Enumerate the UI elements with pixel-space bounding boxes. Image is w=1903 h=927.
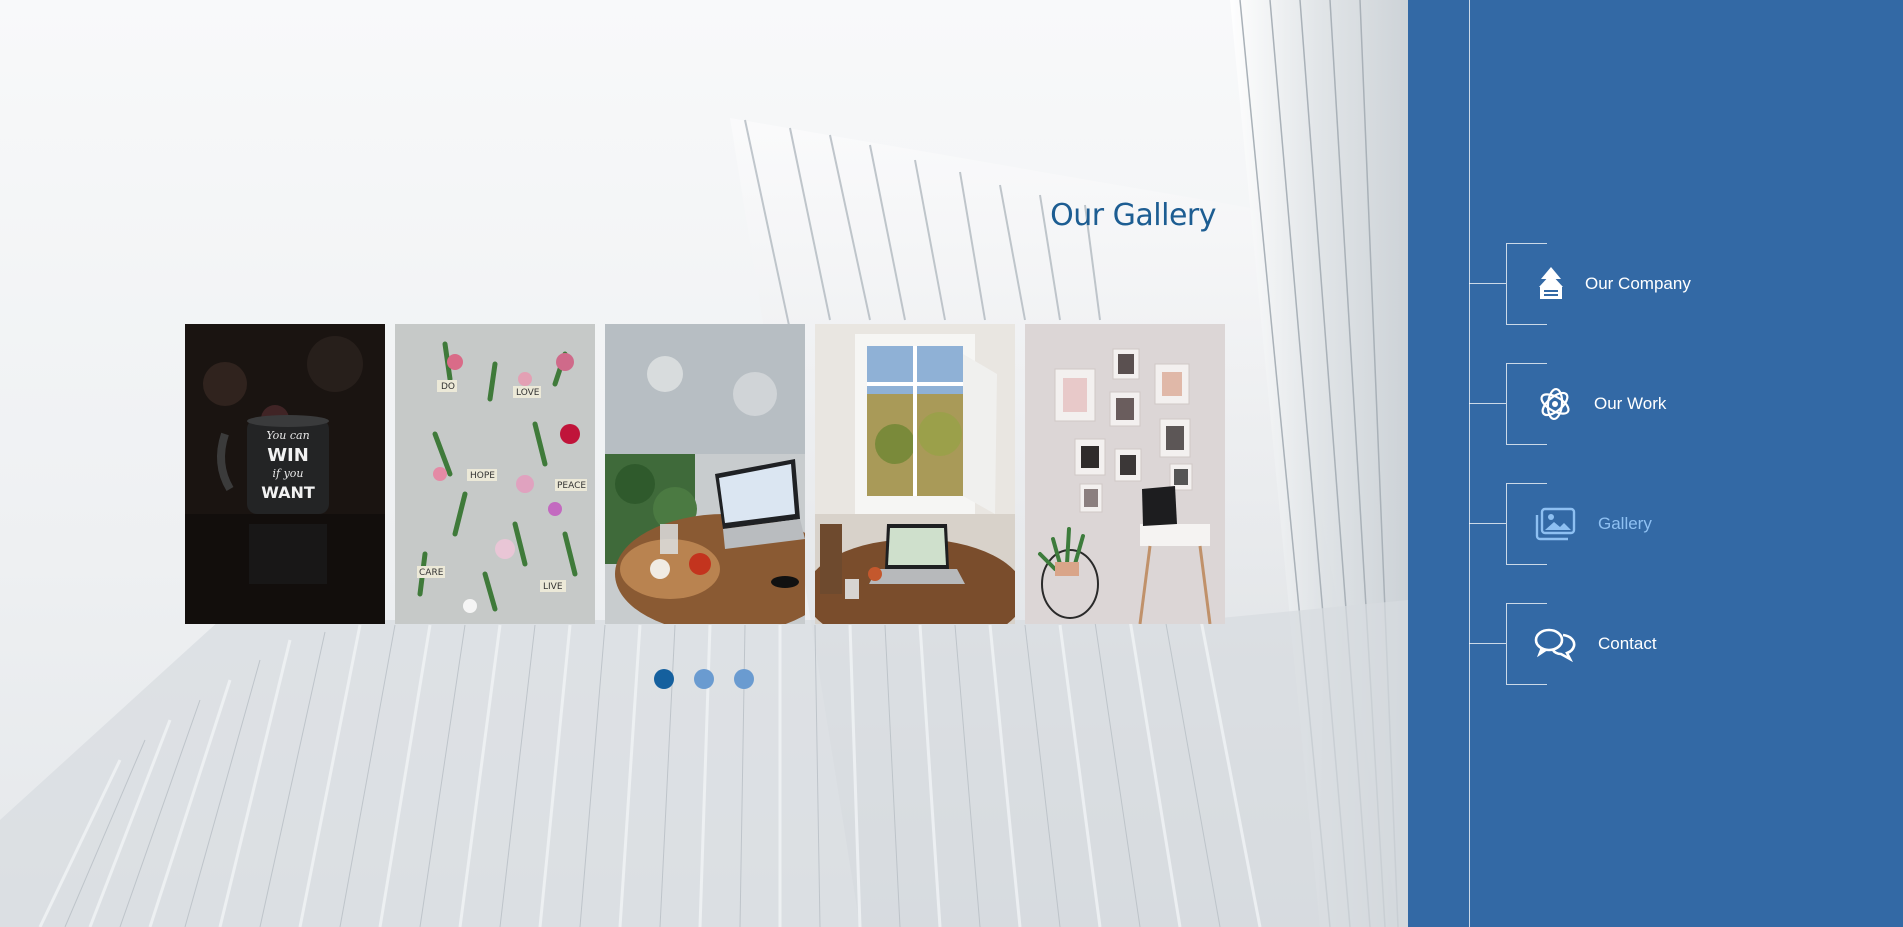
- flower-label-3: HOPE: [470, 471, 495, 481]
- mug-text-2: WIN: [267, 445, 309, 466]
- sidebar-item-label: Gallery: [1598, 514, 1652, 533]
- sidebar-item-gallery[interactable]: Gallery: [1469, 483, 1829, 565]
- flower-label-2: LOVE: [516, 388, 540, 398]
- photo-cafe-table[interactable]: [605, 324, 805, 624]
- sidebar-nav: Our Company Our Work Gallery Contact: [1408, 0, 1903, 927]
- flower-label-5: CARE: [419, 568, 444, 578]
- contact-icon: [1533, 623, 1577, 665]
- page: Our Gallery You can WIN if you WANT DO L…: [0, 0, 1903, 927]
- mug-text-3: if you: [272, 467, 303, 480]
- nav-connector: [1469, 643, 1506, 644]
- photo-frames-wall[interactable]: [1025, 324, 1225, 624]
- sidebar-item-our-company[interactable]: Our Company: [1469, 243, 1829, 325]
- company-icon: [1529, 263, 1573, 305]
- flower-label-6: LIVE: [543, 582, 563, 592]
- nav-connector: [1469, 403, 1506, 404]
- gallery-icon: [1533, 503, 1577, 545]
- sidebar-item-contact[interactable]: Contact: [1469, 603, 1829, 685]
- photo-flowers[interactable]: DO LOVE HOPE PEACE CARE LIVE: [395, 324, 595, 624]
- photo-mug[interactable]: You can WIN if you WANT: [185, 324, 385, 624]
- sidebar-vertical-line: [1469, 0, 1470, 927]
- photo-window-laptop[interactable]: [815, 324, 1015, 624]
- flower-label-1: DO: [441, 382, 455, 392]
- pager-dot-2[interactable]: [694, 669, 714, 689]
- nav-connector: [1469, 283, 1506, 284]
- sidebar-item-label: Our Company: [1585, 274, 1691, 293]
- gallery-title: Our Gallery: [1050, 198, 1216, 233]
- pager-dot-1[interactable]: [654, 669, 674, 689]
- flower-label-4: PEACE: [557, 481, 586, 491]
- sidebar-item-label: Our Work: [1594, 394, 1667, 413]
- nav-connector: [1469, 523, 1506, 524]
- work-icon: [1533, 383, 1577, 425]
- pager-dot-3[interactable]: [734, 669, 754, 689]
- sidebar-item-label: Contact: [1598, 634, 1657, 653]
- mug-text-1: You can: [266, 429, 309, 442]
- sidebar-item-our-work[interactable]: Our Work: [1469, 363, 1829, 445]
- mug-text-4: WANT: [261, 483, 315, 502]
